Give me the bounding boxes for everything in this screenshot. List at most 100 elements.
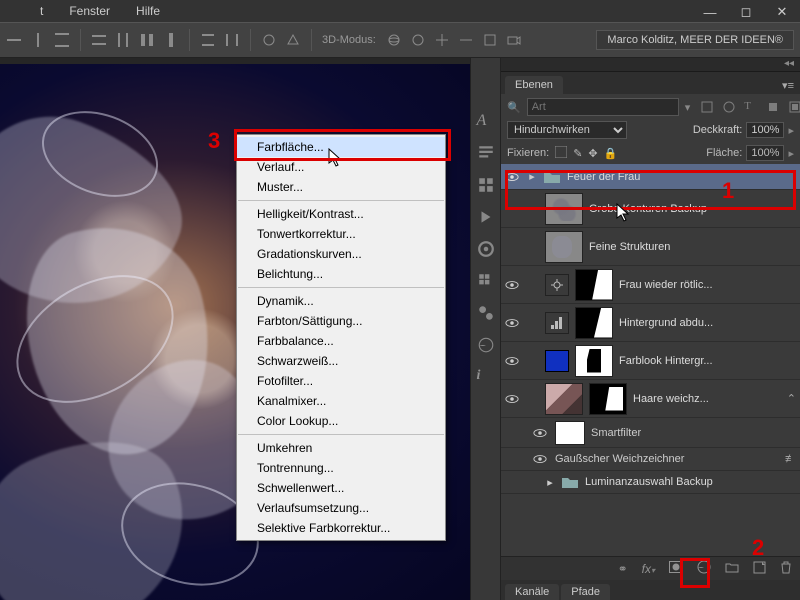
- menu-item-gradient-map[interactable]: Verlaufsumsetzung...: [237, 498, 445, 518]
- tab-layers[interactable]: Ebenen: [505, 76, 563, 94]
- layer-name[interactable]: Feine Strukturen: [589, 241, 796, 253]
- menu-item-threshold[interactable]: Schwellenwert...: [237, 478, 445, 498]
- align-icon[interactable]: [6, 32, 22, 48]
- adjustments-panel-icon[interactable]: [477, 336, 495, 354]
- visibility-toggle[interactable]: [503, 168, 521, 186]
- lock-all-icon[interactable]: 🔒: [604, 147, 618, 160]
- menu-item-bw[interactable]: Schwarzweiß...: [237, 351, 445, 371]
- layer-row[interactable]: Frau wieder rötlic...: [501, 266, 800, 304]
- menu-item-selective-color[interactable]: Selektive Farbkorrektur...: [237, 518, 445, 538]
- 3d-icon[interactable]: [261, 32, 277, 48]
- smart-filter-item[interactable]: Gaußscher Weichzeichner ≢: [501, 448, 800, 471]
- 3d-slide-icon[interactable]: [458, 32, 474, 48]
- layer-group[interactable]: ▸ Luminanzauswahl Backup: [501, 471, 800, 494]
- menu-item-brightness[interactable]: Helligkeit/Kontrast...: [237, 204, 445, 224]
- 3d-orbit-icon[interactable]: [386, 32, 402, 48]
- visibility-toggle[interactable]: [503, 276, 521, 294]
- menu-item-exposure[interactable]: Belichtung...: [237, 264, 445, 284]
- layer-name[interactable]: Gaußscher Weichzeichner: [555, 453, 779, 465]
- layer-name[interactable]: Hintergrund abdu...: [619, 317, 796, 329]
- menu-item-pattern[interactable]: Muster...: [237, 177, 445, 197]
- menu-item-color-balance[interactable]: Farbbalance...: [237, 331, 445, 351]
- smart-filter-header[interactable]: Smartfilter: [501, 418, 800, 448]
- visibility-toggle[interactable]: [531, 424, 549, 442]
- layer-mask[interactable]: [589, 383, 627, 415]
- menu-item-hue[interactable]: Farbton/Sättigung...: [237, 311, 445, 331]
- menu-item-photo-filter[interactable]: Fotofilter...: [237, 371, 445, 391]
- layer-row[interactable]: Feine Strukturen: [501, 228, 800, 266]
- menu-item-window[interactable]: Fenster: [69, 4, 110, 18]
- filter-type-icon[interactable]: T: [744, 100, 758, 114]
- 3d-roll-icon[interactable]: [410, 32, 426, 48]
- visibility-toggle[interactable]: [503, 314, 521, 332]
- layer-mask[interactable]: [575, 345, 613, 377]
- menu-item-levels[interactable]: Tonwertkorrektur...: [237, 224, 445, 244]
- menu-item[interactable]: t: [40, 4, 43, 18]
- styles-panel-icon[interactable]: [477, 304, 495, 322]
- menu-item-posterize[interactable]: Tontrennung...: [237, 458, 445, 478]
- distribute-icon[interactable]: [163, 32, 179, 48]
- color-panel-icon[interactable]: [477, 240, 495, 258]
- visibility-toggle[interactable]: [503, 352, 521, 370]
- maximize-button[interactable]: ◻: [728, 2, 764, 22]
- actions-panel-icon[interactable]: [477, 208, 495, 226]
- layer-row[interactable]: Hintergrund abdu...: [501, 304, 800, 342]
- lock-transparency-icon[interactable]: [555, 146, 567, 161]
- menu-item-invert[interactable]: Umkehren: [237, 438, 445, 458]
- visibility-toggle[interactable]: [503, 200, 521, 218]
- distribute-icon[interactable]: [200, 32, 216, 48]
- layer-filter-input[interactable]: [527, 98, 679, 116]
- distribute-icon[interactable]: [115, 32, 131, 48]
- menu-item-vibrance[interactable]: Dynamik...: [237, 291, 445, 311]
- opacity-value[interactable]: 100%: [746, 122, 784, 138]
- visibility-toggle[interactable]: [531, 450, 549, 468]
- lock-pixels-icon[interactable]: ✎: [573, 147, 582, 160]
- layer-mask[interactable]: [575, 269, 613, 301]
- layer-name[interactable]: Feuer der Frau: [567, 171, 796, 183]
- layer-row[interactable]: Grobe Konturen Backup: [501, 190, 800, 228]
- blend-mode-select[interactable]: Hindurchwirken: [507, 121, 627, 139]
- filter-pixel-icon[interactable]: [700, 100, 714, 114]
- panel-menu-icon[interactable]: ▾≡: [776, 77, 800, 94]
- distribute-icon[interactable]: [139, 32, 155, 48]
- distribute-icon[interactable]: [224, 32, 240, 48]
- layer-row[interactable]: Farblook Hintergr...: [501, 342, 800, 380]
- character-panel-icon[interactable]: A: [477, 112, 495, 130]
- add-mask-icon[interactable]: [669, 561, 683, 576]
- visibility-toggle[interactable]: [503, 238, 521, 256]
- layer-mask[interactable]: [575, 307, 613, 339]
- tab-paths[interactable]: Pfade: [561, 584, 610, 600]
- minimize-button[interactable]: —: [692, 2, 728, 22]
- paragraph-panel-icon[interactable]: [477, 144, 495, 162]
- layer-name[interactable]: Haare weichz...: [633, 393, 781, 405]
- info-panel-icon[interactable]: i: [477, 368, 495, 386]
- visibility-toggle[interactable]: [521, 473, 539, 491]
- layer-name[interactable]: Farblook Hintergr...: [619, 355, 796, 367]
- distribute-icon[interactable]: [91, 32, 107, 48]
- menu-item-channel-mixer[interactable]: Kanalmixer...: [237, 391, 445, 411]
- workspace-selector[interactable]: Marco Kolditz, MEER DER IDEEN®: [596, 30, 794, 50]
- layer-thumbnail[interactable]: [545, 193, 583, 225]
- panel-icon[interactable]: [477, 176, 495, 194]
- layer-thumbnail[interactable]: [545, 231, 583, 263]
- tab-channels[interactable]: Kanäle: [505, 584, 559, 600]
- layer-thumbnail[interactable]: [545, 383, 583, 415]
- layer-effects-icon[interactable]: fx▾: [642, 562, 655, 576]
- visibility-toggle[interactable]: [503, 390, 521, 408]
- menu-item-color-lookup[interactable]: Color Lookup...: [237, 411, 445, 431]
- filter-adjust-icon[interactable]: [722, 100, 736, 114]
- filter-smart-icon[interactable]: [788, 100, 800, 114]
- expand-effects-icon[interactable]: ⌃: [787, 392, 796, 405]
- layer-name[interactable]: Frau wieder rötlic...: [619, 279, 796, 291]
- menu-item-curves[interactable]: Gradationskurven...: [237, 244, 445, 264]
- 3d-camera-icon[interactable]: [506, 32, 522, 48]
- panel-collapse-bar[interactable]: ◂◂: [501, 58, 800, 72]
- fill-value[interactable]: 100%: [746, 145, 784, 161]
- filter-shape-icon[interactable]: [766, 100, 780, 114]
- swatches-panel-icon[interactable]: [477, 272, 495, 290]
- expand-icon[interactable]: ▸: [545, 476, 555, 489]
- 3d-pan-icon[interactable]: [434, 32, 450, 48]
- link-layers-icon[interactable]: ⚭: [618, 562, 628, 576]
- align-icon[interactable]: [54, 32, 70, 48]
- layer-group[interactable]: ▸ Feuer der Frau: [501, 164, 800, 190]
